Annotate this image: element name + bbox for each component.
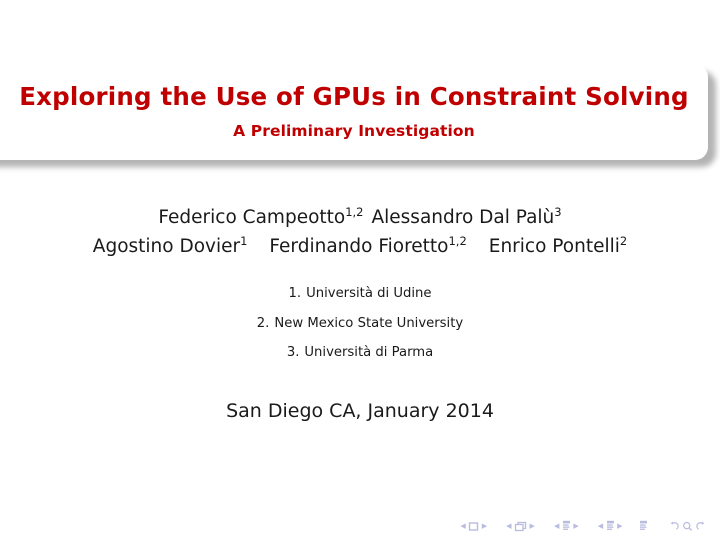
section-icon[interactable] <box>606 520 615 532</box>
author-name: Federico Campeotto <box>158 207 346 228</box>
institute-name: Università di Udine <box>306 286 432 301</box>
title-box: Exploring the Use of GPUs in Constraint … <box>0 64 716 167</box>
institute-number: 3. <box>286 345 300 360</box>
page-subtitle: A Preliminary Investigation <box>233 121 475 140</box>
next-frame-icon[interactable]: ▶ <box>530 522 535 530</box>
author-name: Alessandro Dal Palù <box>371 207 555 228</box>
next-subsection-icon[interactable]: ▶ <box>573 522 578 530</box>
institute-name: New Mexico State University <box>274 315 464 331</box>
author-name: Agostino Dovier <box>92 236 241 257</box>
author-affiliation-marker: 2 <box>619 233 628 248</box>
nav-group-section[interactable]: ◀ ▶ <box>595 520 625 532</box>
author-line-1: Federico Campeotto1,2 Alessandro Dal Palù… <box>0 203 720 232</box>
author-affiliation-marker: 3 <box>554 204 562 219</box>
document-icon[interactable] <box>639 520 648 532</box>
nav-group-slide[interactable]: ◀ ▶ <box>458 521 490 532</box>
author-line-2: Agostino Dovier1 Ferdinando Fioretto1,2 En… <box>0 232 720 261</box>
frame-icon[interactable] <box>514 521 527 532</box>
institute-list: 1. Università di Udine 2. New Mexico State… <box>0 286 720 375</box>
nav-group-subsection[interactable]: ◀ ▶ <box>551 520 581 532</box>
go-forward-icon[interactable] <box>695 521 707 532</box>
institute-item: 1. Università di Udine <box>0 286 720 301</box>
next-slide-icon[interactable]: ▶ <box>482 522 487 530</box>
nav-group-frame[interactable]: ◀ ▶ <box>504 521 538 532</box>
author-name: Enrico Pontelli <box>488 236 620 257</box>
previous-subsection-icon[interactable]: ◀ <box>554 522 559 530</box>
previous-frame-icon[interactable]: ◀ <box>506 522 511 530</box>
author-list: Federico Campeotto1,2 Alessandro Dal Palù… <box>0 203 720 261</box>
institute-item: 3. Università di Parma <box>0 345 720 360</box>
author-affiliation-marker: 1,2 <box>345 204 364 219</box>
institute-item: 2. New Mexico State University <box>0 316 720 331</box>
date-location: San Diego CA, January 2014 <box>226 400 494 422</box>
nav-group-history[interactable] <box>666 521 708 532</box>
page-title: Exploring the Use of GPUs in Constraint … <box>19 82 689 112</box>
institute-number: 2. <box>256 315 270 331</box>
beamer-navigation-bar[interactable]: ◀ ▶ ◀ ▶ ◀ ▶ ◀ ▶ <box>458 517 708 535</box>
subsection-icon[interactable] <box>562 520 571 532</box>
nav-group-document[interactable] <box>639 520 648 532</box>
slide-icon[interactable] <box>468 521 479 532</box>
go-back-icon[interactable] <box>668 521 679 532</box>
institute-number: 1. <box>288 286 302 301</box>
title-box-body: Exploring the Use of GPUs in Constraint … <box>0 64 708 160</box>
search-icon[interactable] <box>682 521 693 532</box>
author-name: Ferdinando Fioretto <box>269 236 449 257</box>
author-affiliation-marker: 1 <box>240 233 248 248</box>
previous-slide-icon[interactable]: ◀ <box>460 522 465 530</box>
next-section-icon[interactable]: ▶ <box>617 522 622 530</box>
institute-name: Università di Parma <box>304 345 434 360</box>
previous-section-icon[interactable]: ◀ <box>598 522 603 530</box>
author-affiliation-marker: 1,2 <box>448 233 467 248</box>
